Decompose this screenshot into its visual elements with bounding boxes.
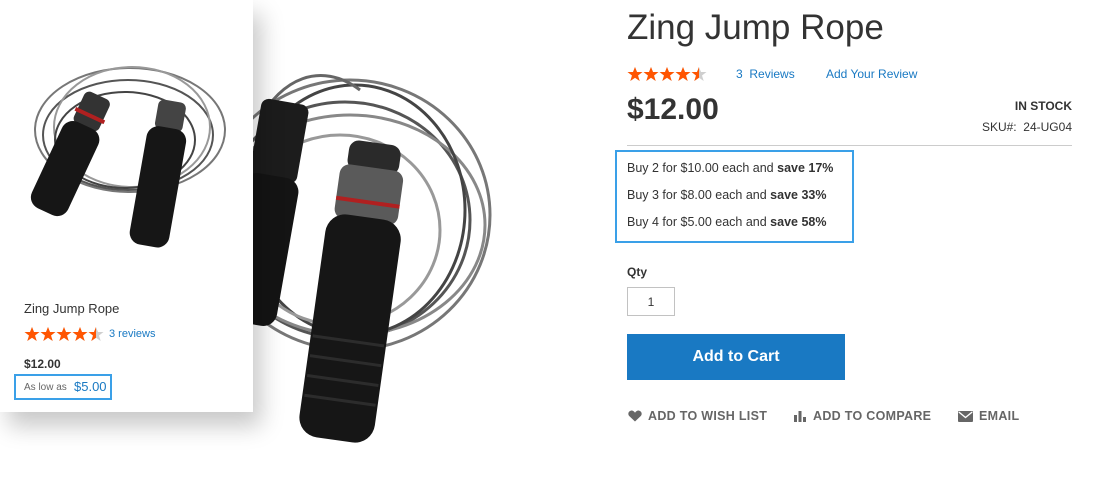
product-card-price: $12.00 bbox=[24, 357, 61, 371]
product-card-reviews-link[interactable]: 3 reviews bbox=[109, 328, 155, 340]
heart-icon bbox=[628, 410, 642, 422]
reviews-count: 3 bbox=[736, 67, 743, 81]
email-link[interactable]: EMAIL bbox=[958, 409, 1019, 423]
add-to-cart-button[interactable]: Add to Cart bbox=[627, 334, 845, 380]
star-icon bbox=[627, 67, 707, 81]
product-rating bbox=[627, 66, 707, 82]
sku-value: 24-UG04 bbox=[1023, 120, 1072, 134]
sku-label: SKU#: bbox=[981, 120, 1017, 134]
envelope-icon bbox=[958, 410, 973, 422]
star-icon bbox=[24, 327, 104, 341]
add-to-wishlist-link[interactable]: ADD TO WISH LIST bbox=[628, 409, 767, 423]
product-card-image[interactable] bbox=[10, 35, 240, 260]
qty-input[interactable] bbox=[627, 287, 675, 316]
divider bbox=[627, 145, 1072, 146]
product-sku: SKU#: 24-UG04 bbox=[982, 120, 1072, 134]
compare-label: ADD TO COMPARE bbox=[813, 409, 932, 423]
page-title: Zing Jump Rope bbox=[627, 8, 884, 47]
bar-chart-icon bbox=[794, 411, 806, 422]
as-low-as-label: As low as bbox=[24, 382, 67, 393]
product-price: $12.00 bbox=[627, 93, 719, 126]
add-to-compare-link[interactable]: ADD TO COMPARE bbox=[793, 409, 931, 423]
as-low-as-price: $5.00 bbox=[74, 379, 107, 394]
stock-status: IN STOCK bbox=[1014, 99, 1072, 113]
reviews-label: Reviews bbox=[749, 67, 795, 81]
product-card: Zing Jump Rope 3 reviews $12.00 As low a… bbox=[0, 0, 253, 412]
product-card-name[interactable]: Zing Jump Rope bbox=[24, 301, 119, 316]
reviews-link[interactable]: 3 Reviews bbox=[736, 67, 795, 81]
tier-price-item: Buy 4 for $5.00 each and save 58% bbox=[627, 215, 827, 229]
email-label: EMAIL bbox=[979, 409, 1020, 423]
add-review-link[interactable]: Add Your Review bbox=[826, 67, 917, 81]
qty-label: Qty bbox=[627, 265, 648, 279]
wishlist-label: ADD TO WISH LIST bbox=[648, 409, 768, 423]
product-card-rating bbox=[24, 326, 104, 342]
tier-price-item: Buy 2 for $10.00 each and save 17% bbox=[627, 161, 834, 175]
tier-price-item: Buy 3 for $8.00 each and save 33% bbox=[627, 188, 827, 202]
